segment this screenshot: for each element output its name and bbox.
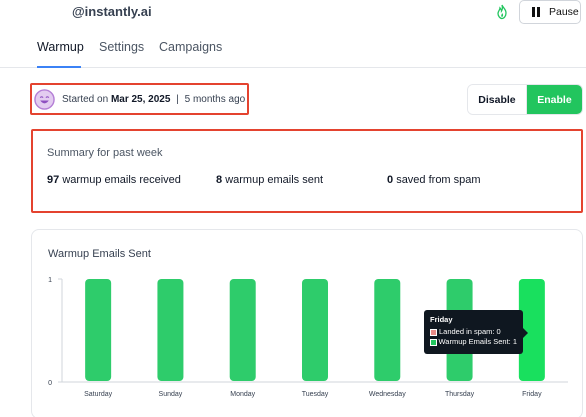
bar-saturday — [85, 279, 112, 381]
spam-label: saved from spam — [396, 174, 481, 186]
sent-stat: 8 warmup emails sent — [216, 174, 323, 186]
tab-campaigns[interactable]: Campaigns — [159, 40, 222, 68]
tooltip-title: Friday — [430, 315, 453, 324]
sent-count: 8 — [216, 174, 223, 186]
tooltip-spam-label: Landed in spam: 0 — [439, 327, 501, 336]
bar-sunday — [157, 279, 184, 381]
x-tick-label: Tuesday — [302, 391, 329, 398]
top-bar: @instantly.ai Pause — [0, 0, 586, 28]
pause-icon — [532, 7, 540, 17]
x-tick-label: Friday — [522, 391, 542, 398]
warmup-chart-card: Warmup Emails Sent 0 1 Saturday Sunday Monda… — [31, 229, 583, 417]
y-tick-label: 1 — [48, 277, 52, 284]
x-tick-label: Monday — [230, 391, 255, 398]
disable-button[interactable]: Disable — [468, 85, 527, 114]
tooltip-row-sent: Warmup Emails Sent: 1 — [430, 337, 517, 347]
received-stat: 97 warmup emails received — [47, 174, 181, 186]
x-tick-label: Thursday — [445, 391, 475, 398]
started-relative: 5 months ago — [184, 93, 246, 105]
spam-swatch — [430, 328, 437, 336]
flame-icon[interactable] — [494, 4, 510, 20]
account-name: @instantly.ai — [72, 4, 152, 19]
warmup-page: @instantly.ai Pause Warmup Settings Camp… — [0, 0, 586, 417]
x-tick-label: Sunday — [159, 391, 183, 398]
received-label: warmup emails received — [62, 174, 181, 186]
tooltip-row-spam: Landed in spam: 0 — [430, 327, 517, 337]
started-status: Started on Mar 25, 2025 | 5 months ago — [30, 83, 249, 115]
started-text: Started on Mar 25, 2025 | 5 months ago — [62, 94, 245, 105]
pause-label: Pause — [549, 6, 579, 18]
bar-monday — [229, 279, 256, 381]
tooltip-sent-label: Warmup Emails Sent: 1 — [438, 337, 518, 346]
smiley-icon — [34, 88, 55, 110]
sent-swatch — [430, 338, 437, 346]
x-tick-label: Wednesday — [369, 391, 406, 398]
tab-bar: Warmup Settings Campaigns — [0, 40, 586, 68]
enable-button[interactable]: Enable — [526, 85, 582, 114]
summary-title: Summary for past week — [47, 147, 163, 159]
sent-label: warmup emails sent — [225, 174, 324, 186]
spam-count: 0 — [387, 174, 394, 186]
x-tick-label: Saturday — [84, 391, 113, 398]
bar-wednesday — [374, 279, 401, 381]
started-prefix: Started on — [62, 93, 109, 105]
received-count: 97 — [47, 174, 60, 186]
chart-tooltip: Friday Landed in spam: 0 Warmup Emails S… — [424, 310, 528, 354]
tab-warmup[interactable]: Warmup — [37, 40, 84, 68]
warmup-toggle: Disable Enable — [467, 84, 583, 115]
y-tick-label: 0 — [48, 380, 52, 387]
pause-button[interactable]: Pause — [519, 0, 581, 24]
weekly-summary: Summary for past week 97 warmup emails r… — [31, 129, 583, 213]
started-separator: | — [176, 93, 179, 105]
started-date: Mar 25, 2025 — [110, 93, 171, 105]
bar-tuesday — [302, 279, 328, 381]
tab-settings[interactable]: Settings — [99, 40, 144, 68]
spam-stat: 0 saved from spam — [387, 174, 481, 186]
